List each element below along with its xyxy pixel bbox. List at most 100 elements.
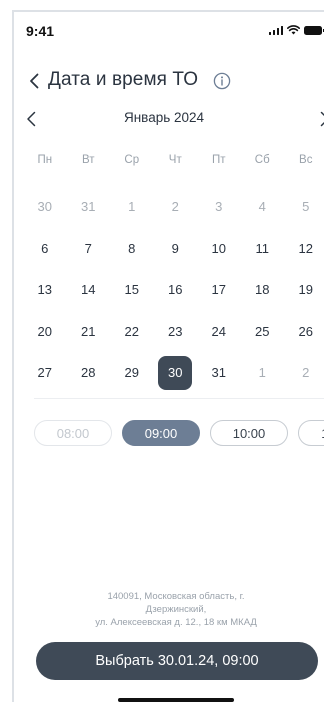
calendar-day[interactable]: 5 bbox=[284, 186, 324, 228]
calendar-day[interactable]: 18 bbox=[241, 269, 285, 311]
time-slot-selected[interactable]: 09:00 bbox=[122, 420, 200, 446]
calendar-day-number: 22 bbox=[124, 323, 139, 339]
calendar-day[interactable]: 1 bbox=[110, 186, 154, 228]
header: Дата и время ТО bbox=[14, 66, 324, 96]
weekday-label: Пт bbox=[211, 154, 226, 166]
calendar-day[interactable]: 1 bbox=[241, 352, 285, 394]
calendar-day[interactable]: 11 bbox=[241, 228, 285, 270]
calendar-day[interactable]: 15 bbox=[110, 269, 154, 311]
calendar-day[interactable]: 2 bbox=[154, 186, 198, 228]
calendar-day[interactable]: 22 bbox=[110, 311, 154, 353]
calendar-day-number: 9 bbox=[171, 240, 179, 256]
month-navigation: Январь 2024 bbox=[14, 108, 324, 130]
calendar-day-number: 27 bbox=[37, 365, 52, 381]
calendar-weeks: 30 31 1 2 3 4 5 6 7 8 9 10 11 12 13 14 15 16 17 18 19 20 21 22 2… bbox=[23, 186, 324, 394]
calendar-day-number: 15 bbox=[124, 282, 139, 298]
back-button[interactable] bbox=[24, 69, 44, 93]
calendar-day[interactable]: 12 bbox=[284, 228, 324, 270]
calendar-day-selected[interactable]: 30 bbox=[154, 352, 198, 394]
weekday-label: Чт bbox=[168, 154, 182, 166]
calendar-day[interactable]: 2 bbox=[284, 352, 324, 394]
calendar-day[interactable]: 6 bbox=[23, 228, 67, 270]
calendar-day-number: 19 bbox=[298, 282, 313, 298]
calendar-grid: Пн Вт Ср Чт Пт Сб Вс 30 31 1 2 3 4 5 6 7 8 9 10 11 12 13 14 15… bbox=[23, 150, 324, 394]
calendar-day-number: 23 bbox=[168, 323, 183, 339]
calendar-day-number: 6 bbox=[41, 240, 49, 256]
calendar-day[interactable]: 29 bbox=[110, 352, 154, 394]
home-indicator bbox=[118, 698, 234, 702]
address-line-1: 140091, Московская область, г. bbox=[107, 591, 245, 602]
time-slot-list: 08:00 09:00 10:00 11:00 bbox=[34, 420, 324, 448]
calendar-day[interactable]: 14 bbox=[67, 269, 111, 311]
calendar-day[interactable]: 24 bbox=[197, 311, 241, 353]
calendar-day[interactable]: 26 bbox=[284, 311, 324, 353]
calendar-day-number: 12 bbox=[298, 240, 313, 256]
calendar-day[interactable]: 8 bbox=[110, 228, 154, 270]
calendar-day-number: 4 bbox=[258, 199, 266, 215]
calendar-day-number: 5 bbox=[302, 199, 310, 215]
calendar-day[interactable]: 27 bbox=[23, 352, 67, 394]
weekday-header: Пн Вт Ср Чт Пт Сб Вс bbox=[23, 150, 324, 170]
calendar-week-row: 6 7 8 9 10 11 12 bbox=[23, 228, 324, 270]
weekday-label: Пн bbox=[37, 154, 53, 166]
calendar-day-number: 8 bbox=[128, 240, 136, 256]
calendar-day[interactable]: 4 bbox=[241, 186, 285, 228]
phone-screen: 9:41 Дата и время ТО Январь 2024 Пн Вт С… bbox=[12, 10, 324, 702]
calendar-day[interactable]: 25 bbox=[241, 311, 285, 353]
calendar-week-row: 13 14 15 16 17 18 19 bbox=[23, 269, 324, 311]
calendar-day-number: 29 bbox=[124, 365, 139, 381]
status-bar: 9:41 bbox=[14, 12, 324, 52]
calendar-day-number: 13 bbox=[37, 282, 52, 298]
calendar-day-number: 10 bbox=[211, 240, 226, 256]
calendar-day-number: 31 bbox=[211, 365, 226, 381]
calendar-day[interactable]: 16 bbox=[154, 269, 198, 311]
address-line-3: ул. Алексеевская д. 12., 18 км МКАД bbox=[95, 617, 257, 628]
calendar-day[interactable]: 23 bbox=[154, 311, 198, 353]
calendar-day-number: 21 bbox=[81, 323, 96, 339]
calendar-day-number: 30 bbox=[158, 355, 193, 390]
calendar-day-number: 30 bbox=[37, 199, 52, 215]
calendar-day-number: 28 bbox=[81, 365, 96, 381]
weekday-label: Вс bbox=[299, 154, 313, 166]
calendar-day-number: 31 bbox=[81, 199, 96, 215]
status-icons bbox=[268, 25, 324, 35]
time-slot-option: 08:00 bbox=[34, 420, 112, 446]
calendar-day[interactable]: 19 bbox=[284, 269, 324, 311]
chevron-left-icon bbox=[30, 73, 39, 89]
calendar-day-number: 16 bbox=[168, 282, 183, 298]
wifi-icon bbox=[287, 25, 300, 35]
calendar-day[interactable]: 31 bbox=[67, 186, 111, 228]
select-datetime-button[interactable]: Выбрать 30.01.24, 09:00 bbox=[36, 642, 318, 680]
calendar-day[interactable]: 9 bbox=[154, 228, 198, 270]
calendar-day[interactable]: 17 bbox=[197, 269, 241, 311]
address-line-2: Дзержинский, bbox=[145, 604, 207, 615]
calendar-day[interactable]: 3 bbox=[197, 186, 241, 228]
time-slot-option[interactable]: 11:00 bbox=[298, 420, 324, 446]
weekday-label: Вт bbox=[81, 154, 95, 166]
calendar-day-number: 1 bbox=[258, 365, 266, 381]
calendar-day-number: 17 bbox=[211, 282, 226, 298]
calendar-day[interactable]: 31 bbox=[197, 352, 241, 394]
calendar-day[interactable]: 20 bbox=[23, 311, 67, 353]
calendar-day[interactable]: 28 bbox=[67, 352, 111, 394]
calendar-day[interactable]: 10 bbox=[197, 228, 241, 270]
calendar-day[interactable]: 21 bbox=[67, 311, 111, 353]
time-slot-option[interactable]: 10:00 bbox=[210, 420, 288, 446]
signal-icon bbox=[268, 25, 283, 35]
calendar-week-row: 27 28 29 30 31 1 2 bbox=[23, 352, 324, 394]
calendar-week-row: 30 31 1 2 3 4 5 bbox=[23, 186, 324, 228]
calendar-day-number: 2 bbox=[302, 365, 310, 381]
calendar-day-number: 26 bbox=[298, 323, 313, 339]
calendar-day-number: 25 bbox=[255, 323, 270, 339]
calendar-day[interactable]: 7 bbox=[67, 228, 111, 270]
calendar-day-number: 24 bbox=[211, 323, 226, 339]
month-label: Январь 2024 bbox=[123, 110, 205, 125]
info-icon[interactable] bbox=[213, 72, 231, 90]
calendar-day-number: 2 bbox=[171, 199, 179, 215]
calendar-day-number: 18 bbox=[255, 282, 270, 298]
calendar-day[interactable]: 30 bbox=[23, 186, 67, 228]
battery-icon bbox=[304, 25, 324, 35]
next-month-icon[interactable] bbox=[316, 110, 324, 128]
calendar-day[interactable]: 13 bbox=[23, 269, 67, 311]
calendar-day-number: 3 bbox=[215, 199, 223, 215]
